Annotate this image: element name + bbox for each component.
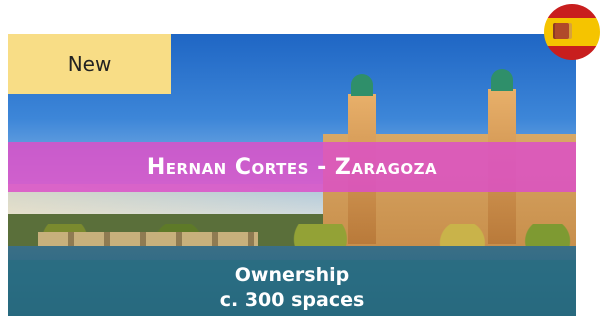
listing-title: Hernan Cortes - Zaragoza: [146, 154, 438, 180]
new-badge: New: [8, 34, 171, 94]
spaces-text: c. 300 spaces: [219, 289, 365, 311]
details-band: Ownership c. 300 spaces: [8, 260, 576, 316]
photo-dome-right: [491, 69, 513, 91]
ownership-text: Ownership: [234, 264, 350, 286]
title-banner: Hernan Cortes - Zaragoza: [8, 142, 576, 192]
photo-bridge: [38, 232, 258, 246]
flag-crest: [555, 23, 569, 39]
photo-dome-left: [351, 74, 373, 96]
new-badge-label: New: [67, 52, 112, 76]
spain-flag-icon: [544, 4, 600, 60]
